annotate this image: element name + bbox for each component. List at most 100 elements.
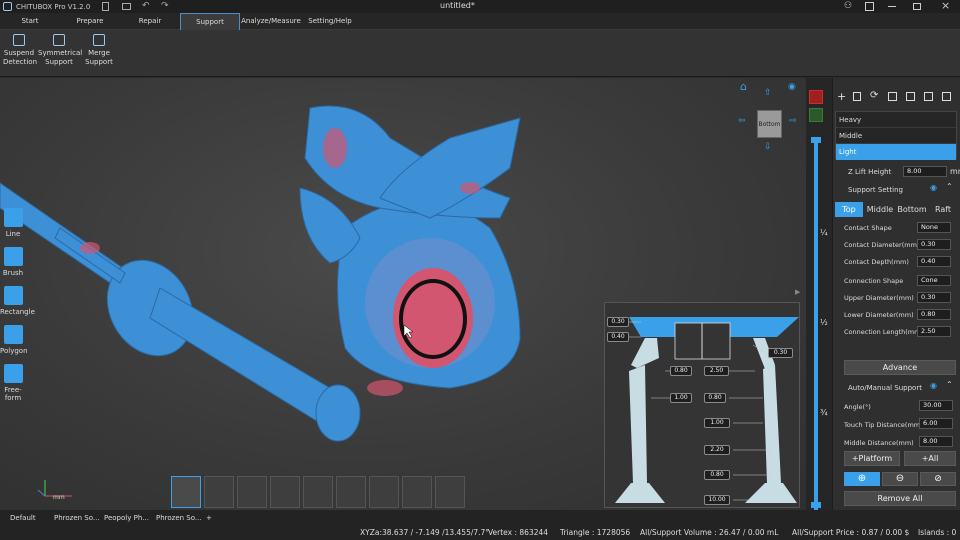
tab-bottom[interactable]: Bottom	[896, 202, 928, 217]
printer-tab-default[interactable]: Default	[6, 512, 40, 525]
angle-input[interactable]: 30.00	[919, 400, 953, 411]
home-icon[interactable]: ⌂	[740, 80, 747, 93]
restore-icon[interactable]	[913, 3, 921, 10]
left-tool-line[interactable]: Line	[0, 208, 26, 238]
tab-raft[interactable]: Raft	[929, 202, 957, 217]
folder-icon[interactable]	[122, 3, 131, 10]
slider-second-handle[interactable]	[809, 108, 823, 122]
add-icon[interactable]: +	[837, 90, 846, 103]
axis-unit-label: mm	[53, 494, 65, 501]
view-cube[interactable]: Bottom	[757, 110, 782, 138]
preset-middle[interactable]: Middle	[836, 128, 956, 144]
collapse-arrow-icon[interactable]: ▶	[795, 288, 800, 296]
lower-diameter-input[interactable]: 0.80	[917, 309, 951, 320]
file-icon[interactable]	[102, 2, 109, 11]
left-tool-rectangle[interactable]: Rectangle	[0, 286, 35, 316]
preset-light[interactable]: Light	[836, 144, 956, 160]
slider-thumb-bottom[interactable]	[811, 502, 821, 508]
status-volume: All/Support Volume : 26.47 / 0.00 mL	[640, 528, 779, 537]
printer-tab-phrozen-1[interactable]: Phrozen So...	[50, 512, 104, 525]
app-logo-icon	[3, 2, 12, 11]
support-type-9-button[interactable]	[435, 476, 465, 508]
layer-slider[interactable]	[814, 140, 818, 510]
z-lift-input[interactable]: 8.00	[903, 166, 947, 177]
all-button[interactable]: +All	[904, 451, 956, 466]
support-setting-visibility-icon[interactable]: ◉	[930, 183, 937, 192]
export-icon[interactable]	[906, 92, 915, 101]
menu-support[interactable]: Support	[180, 13, 240, 30]
delete-icon[interactable]	[853, 92, 861, 101]
left-tool-brush[interactable]: Brush	[0, 247, 26, 277]
auto-support-visibility-icon[interactable]: ◉	[930, 381, 937, 390]
support-setting-title: Support Setting	[848, 186, 903, 194]
left-tool-free-form[interactable]: Free-form	[0, 364, 26, 402]
menu-repair[interactable]: Repair	[120, 13, 180, 30]
support-setting-tabs: Top Middle Bottom Raft	[835, 202, 957, 217]
view-down-arrow-icon[interactable]: ⇩	[764, 142, 772, 152]
support-type-4-button[interactable]	[270, 476, 300, 508]
touch-tip-distance-label: Touch Tip Distance(mm)	[844, 421, 923, 429]
undo-icon[interactable]: ↶	[142, 1, 150, 11]
contact-diameter-input[interactable]: 0.30	[917, 239, 951, 250]
connection-shape-select[interactable]: Cone	[917, 275, 951, 286]
copy-icon[interactable]	[924, 92, 933, 101]
menu-prepare[interactable]: Prepare	[60, 13, 120, 30]
redo-icon[interactable]: ↷	[161, 1, 169, 11]
user-icon[interactable]: ⚇	[844, 1, 852, 11]
edit-support-mode-button[interactable]: ⊘	[920, 472, 956, 486]
refresh-icon[interactable]: ⟳	[870, 90, 878, 101]
support-type-1-button[interactable]	[171, 476, 201, 508]
left-tool-polygon[interactable]: Polygon	[0, 325, 28, 355]
eye-icon[interactable]: ◉	[788, 82, 796, 92]
connection-length-input[interactable]: 2.50	[917, 326, 951, 337]
slider-top-handle[interactable]	[809, 90, 823, 104]
diagram-label-bottom-lower: 0.80	[704, 470, 730, 480]
view-up-arrow-icon[interactable]: ⇧	[764, 88, 772, 98]
menu-analyze-measure[interactable]: Analyze/Measure	[240, 13, 302, 30]
connection-length-label: Connection Length(mm)	[844, 328, 923, 336]
preset-heavy[interactable]: Heavy	[836, 112, 956, 128]
auto-support-collapse-icon[interactable]: ⌃	[946, 380, 953, 389]
suspend-detection-icon	[13, 34, 25, 46]
contact-shape-select[interactable]: None	[917, 222, 951, 233]
layout-icon[interactable]	[865, 2, 874, 11]
support-diagram	[615, 317, 799, 503]
middle-distance-input[interactable]: 8.00	[919, 436, 953, 447]
remove-support-mode-button[interactable]: ⊖	[882, 472, 918, 486]
menu-setting-help[interactable]: Setting/Help	[302, 13, 358, 30]
support-setting-collapse-icon[interactable]: ⌃	[946, 182, 953, 191]
merge-support-button[interactable]: Merge Support	[84, 34, 114, 67]
printer-tab-phrozen-2[interactable]: Phrozen So...	[152, 512, 206, 525]
z-lift-unit: mm	[950, 167, 960, 176]
suspend-detection-button[interactable]: Suspend Detection	[3, 34, 37, 67]
polygon-icon	[3, 325, 23, 344]
menu-start[interactable]: Start	[0, 13, 60, 30]
support-type-3-button[interactable]	[237, 476, 267, 508]
minimize-icon[interactable]	[888, 6, 896, 7]
printer-tab-peopoly[interactable]: Peopoly Ph...	[100, 512, 153, 525]
slider-thumb-top[interactable]	[811, 137, 821, 143]
support-type-5-button[interactable]	[303, 476, 333, 508]
symmetrical-support-button[interactable]: Symmetrical Support	[38, 34, 82, 67]
status-vertex: Vertex : 863244	[488, 528, 549, 537]
contact-depth-input[interactable]: 0.40	[917, 256, 951, 267]
advance-button[interactable]: Advance	[844, 360, 956, 375]
close-icon[interactable]: ×	[941, 0, 950, 12]
import-icon[interactable]	[888, 92, 897, 101]
support-type-2-button[interactable]	[204, 476, 234, 508]
remove-all-button[interactable]: Remove All	[844, 491, 956, 506]
upper-diameter-input[interactable]: 0.30	[917, 292, 951, 303]
support-type-8-button[interactable]	[402, 476, 432, 508]
add-printer-tab-button[interactable]: +	[202, 512, 216, 525]
support-type-6-button[interactable]	[336, 476, 366, 508]
touch-tip-distance-input[interactable]: 6.00	[919, 418, 953, 429]
layer-slider-bar: ¼ ½ ¾	[806, 78, 832, 510]
save-icon[interactable]	[942, 92, 951, 101]
support-type-7-button[interactable]	[369, 476, 399, 508]
platform-button[interactable]: +Platform	[844, 451, 900, 466]
view-left-arrow-icon[interactable]: ⇦	[738, 116, 746, 126]
tab-middle[interactable]: Middle	[865, 202, 895, 217]
add-support-mode-button[interactable]: ⊕	[844, 472, 880, 486]
tab-top[interactable]: Top	[835, 202, 863, 217]
view-right-arrow-icon[interactable]: ⇨	[789, 116, 797, 126]
